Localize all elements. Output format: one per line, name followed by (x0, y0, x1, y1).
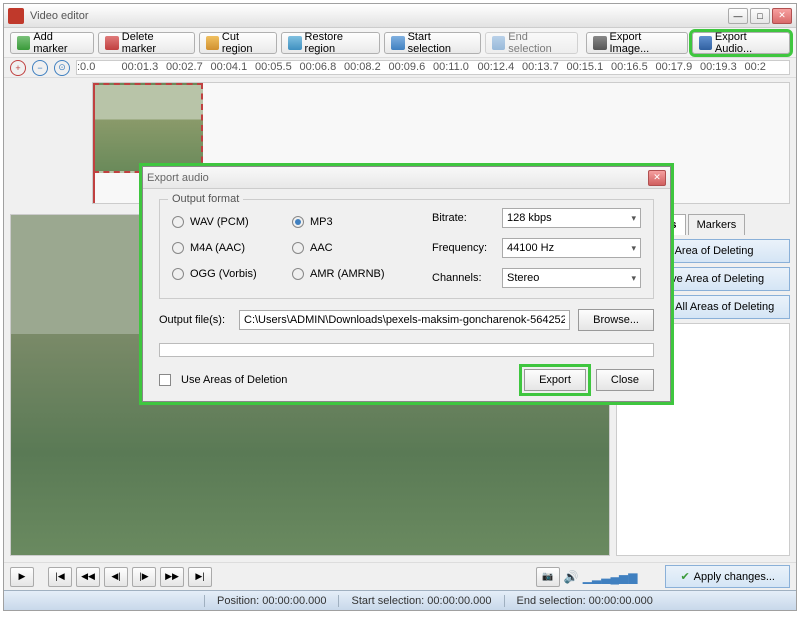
export-progress (159, 343, 654, 357)
end-selection-label: End selection (508, 31, 571, 55)
apply-label: Apply changes... (694, 571, 775, 583)
start-selection-label: Start selection (408, 31, 474, 55)
export-audio-label: Export Audio... (715, 31, 783, 55)
minus-icon (105, 36, 118, 50)
end-selection-button: End selection (485, 32, 578, 54)
time-ruler[interactable]: :0.000:01.300:02.700:04.100:05.500:06.80… (76, 60, 790, 75)
dialog-title: Export audio (147, 172, 648, 184)
step-back-button[interactable]: ◀| (104, 567, 128, 587)
playhead[interactable] (93, 83, 95, 203)
ruler-tick: 00:06.8 (300, 61, 345, 73)
delete-marker-label: Delete marker (122, 31, 188, 55)
ruler-row: + − ⊙ :0.000:01.300:02.700:04.100:05.500… (4, 58, 796, 78)
ruler-tick: 00:16.5 (611, 61, 656, 73)
dialog-titlebar: Export audio ✕ (143, 167, 670, 189)
ruler-tick: :0.0 (77, 61, 122, 73)
radio-wav[interactable]: WAV (PCM) (172, 216, 292, 228)
channels-label: Channels: (432, 272, 494, 284)
export-audio-dialog-highlight: Export audio ✕ Output format WAV (PCM) M… (139, 163, 674, 405)
close-button[interactable]: ✕ (772, 8, 792, 24)
output-path-input[interactable] (239, 310, 570, 330)
camera-icon (593, 36, 606, 50)
radio-aac[interactable]: AAC (292, 242, 412, 254)
cut-region-button[interactable]: Cut region (199, 32, 278, 54)
ruler-tick: 00:04.1 (211, 61, 256, 73)
timeline-thumbnail (93, 83, 203, 173)
ruler-tick: 00:19.3 (700, 61, 745, 73)
radio-m4a[interactable]: M4A (AAC) (172, 242, 292, 254)
ruler-tick: 00:13.7 (522, 61, 567, 73)
start-selection-button[interactable]: Start selection (384, 32, 481, 54)
add-marker-button[interactable]: Add marker (10, 32, 94, 54)
export-image-button[interactable]: Export Image... (586, 32, 687, 54)
ruler-tick: 00:2 (745, 61, 790, 73)
bracket-right-icon (492, 36, 505, 50)
snapshot-button[interactable]: 📷 (536, 567, 560, 587)
use-areas-label: Use Areas of Deletion (181, 374, 287, 386)
speaker-icon (699, 36, 712, 50)
add-marker-label: Add marker (33, 31, 87, 55)
cut-region-label: Cut region (222, 31, 270, 55)
ruler-tick: 00:08.2 (344, 61, 389, 73)
window-title: Video editor (30, 10, 728, 22)
status-position: Position: 00:00:00.000 (204, 595, 338, 607)
step-fwd-button[interactable]: |▶ (132, 567, 156, 587)
forward-button[interactable]: ▶▶ (160, 567, 184, 587)
scissors-icon (206, 36, 219, 50)
ruler-tick: 00:02.7 (166, 61, 211, 73)
frequency-label: Frequency: (432, 242, 494, 254)
bitrate-label: Bitrate: (432, 212, 494, 224)
close-dialog-button[interactable]: Close (596, 369, 654, 391)
channels-combo[interactable]: Stereo (502, 268, 641, 288)
plus-icon (17, 36, 30, 50)
radio-ogg[interactable]: OGG (Vorbis) (172, 268, 292, 280)
radio-mp3[interactable]: MP3 (292, 216, 412, 228)
tab-markers[interactable]: Markers (688, 214, 746, 235)
status-bar: Position: 00:00:00.000 Start selection: … (4, 590, 796, 610)
output-format-fieldset: Output format WAV (PCM) M4A (AAC) OGG (V… (159, 199, 654, 299)
maximize-button[interactable]: □ (750, 8, 770, 24)
restore-region-button[interactable]: Restore region (281, 32, 380, 54)
goto-end-button[interactable]: ▶| (188, 567, 212, 587)
goto-start-button[interactable]: |◀ (48, 567, 72, 587)
app-icon (8, 8, 24, 24)
browse-button[interactable]: Browse... (578, 309, 654, 331)
restore-icon (288, 36, 301, 50)
ruler-tick: 00:01.3 (122, 61, 167, 73)
status-end: End selection: 00:00:00.000 (504, 595, 665, 607)
volume-bars[interactable]: ▁▂▃▄▅▆ (583, 570, 638, 584)
ruler-tick: 00:15.1 (567, 61, 612, 73)
ruler-tick: 00:05.5 (255, 61, 300, 73)
export-audio-dialog: Export audio ✕ Output format WAV (PCM) M… (142, 166, 671, 402)
dialog-close-button[interactable]: ✕ (648, 170, 666, 186)
ruler-tick: 00:17.9 (656, 61, 701, 73)
ruler-tick: 00:09.6 (389, 61, 434, 73)
play-button[interactable]: ▶ (10, 567, 34, 587)
titlebar: Video editor — □ ✕ (4, 4, 796, 28)
status-start: Start selection: 00:00:00.000 (338, 595, 503, 607)
fieldset-label: Output format (168, 193, 243, 205)
export-button[interactable]: Export (524, 369, 586, 391)
apply-changes-button[interactable]: ✔Apply changes... (665, 565, 790, 588)
export-audio-button[interactable]: Export Audio... (692, 32, 790, 54)
minimize-button[interactable]: — (728, 8, 748, 24)
restore-region-label: Restore region (305, 31, 374, 55)
toolbar: Add marker Delete marker Cut region Rest… (4, 28, 796, 58)
frequency-combo[interactable]: 44100 Hz (502, 238, 641, 258)
volume-icon[interactable]: 🔊 (564, 570, 579, 584)
use-areas-checkbox[interactable] (159, 374, 171, 386)
rewind-button[interactable]: ◀◀ (76, 567, 100, 587)
playback-controls: ▶ |◀ ◀◀ ◀| |▶ ▶▶ ▶| 📷 🔊 ▁▂▃▄▅▆ ✔Apply ch… (4, 562, 796, 590)
ruler-tick: 00:12.4 (478, 61, 523, 73)
zoom-fit-icon[interactable]: ⊙ (54, 60, 70, 76)
bitrate-combo[interactable]: 128 kbps (502, 208, 641, 228)
bracket-left-icon (391, 36, 404, 50)
radio-amr[interactable]: AMR (AMRNB) (292, 268, 412, 280)
zoom-in-icon[interactable]: + (10, 60, 26, 76)
output-files-label: Output file(s): (159, 314, 231, 326)
delete-marker-button[interactable]: Delete marker (98, 32, 194, 54)
zoom-out-icon[interactable]: − (32, 60, 48, 76)
ruler-tick: 00:11.0 (433, 61, 478, 73)
export-image-label: Export Image... (610, 31, 681, 55)
